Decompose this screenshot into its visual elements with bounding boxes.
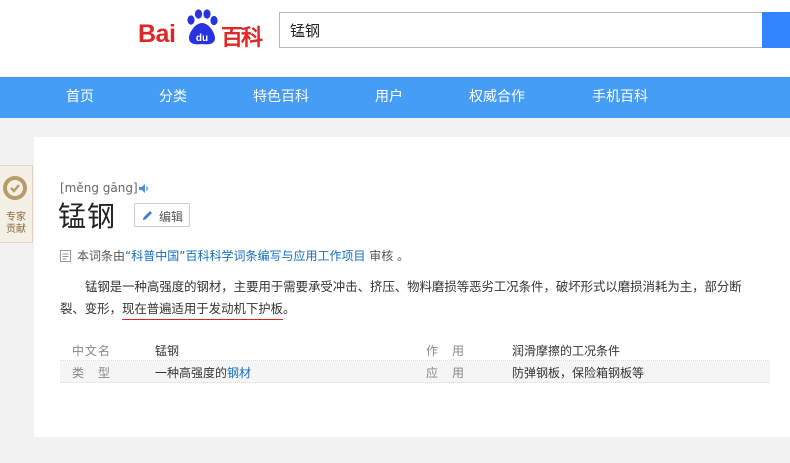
- review-notice: 本词条由“科普中国”百科科学词条编写与应用工作项目 审核 。: [60, 247, 409, 264]
- info-key: 类 型: [72, 366, 112, 380]
- summary-highlight: 现在普遍适用于发动机下护板: [121, 301, 284, 320]
- review-suffix: 审核 。: [365, 249, 410, 263]
- badge-line2: 贡献: [6, 224, 26, 235]
- summary-paragraph: 锰钢是一种高强度的钢材，主要用于需要承受冲击、挤压、物料磨损等恶劣工况条件，破坏…: [60, 276, 765, 320]
- badge-text: 专家 贡献: [2, 212, 30, 236]
- info-value-link[interactable]: 钢材: [227, 366, 251, 380]
- badge-line1: 专家: [6, 212, 26, 223]
- info-value-text: 一种高强度的: [155, 366, 228, 380]
- info-value: 锰钢: [155, 344, 180, 358]
- document-icon: [60, 250, 71, 262]
- logo-paw-text: du: [196, 33, 208, 44]
- info-key: 中文名: [72, 344, 112, 358]
- paw-icon: du: [187, 9, 218, 45]
- search-input[interactable]: [279, 12, 763, 48]
- nav-item-category[interactable]: 分类: [159, 77, 187, 118]
- info-row: 中文名 锰钢 作 用 润滑摩擦的工况条件: [60, 339, 770, 361]
- nav-item-users[interactable]: 用户: [375, 77, 403, 118]
- main-nav: 首页 分类 特色百科 用户 权威合作 手机百科: [0, 77, 790, 118]
- info-value: 一种高强度的钢材: [155, 364, 251, 381]
- speaker-icon[interactable]: [138, 183, 150, 194]
- pencil-icon: [143, 211, 152, 220]
- edit-button[interactable]: 编辑: [134, 203, 190, 227]
- logo-text-baike: 百科: [221, 26, 263, 51]
- review-prefix: 本词条由: [77, 249, 126, 263]
- info-value: 润滑摩擦的工况条件: [512, 344, 621, 358]
- edit-button-label: 编辑: [159, 210, 184, 224]
- baidu-baike-logo[interactable]: Bai du 百科: [138, 8, 264, 51]
- header: Bai du 百科: [0, 0, 790, 77]
- review-org-link[interactable]: “科普中国”百科科学词条编写与应用工作项目: [125, 249, 365, 263]
- info-row: 类 型 一种高强度的钢材 应 用 防弹钢板，保险箱钢板等: [60, 361, 770, 383]
- info-value: 防弹钢板，保险箱钢板等: [512, 366, 645, 380]
- page: Bai du 百科 首页 分类 特色百科 用户 权威合作 手机百科: [0, 0, 790, 463]
- search-button[interactable]: [762, 12, 790, 48]
- expert-medal-icon: [3, 176, 27, 200]
- summary-end: 。: [283, 301, 296, 316]
- nav-item-home[interactable]: 首页: [66, 77, 94, 118]
- logo-text-bai: Bai: [138, 20, 176, 48]
- info-key: 应 用: [426, 366, 466, 380]
- info-key: 作 用: [426, 344, 466, 358]
- expert-contribution-badge[interactable]: 专家 贡献: [0, 165, 33, 243]
- nav-item-mobile[interactable]: 手机百科: [592, 77, 648, 118]
- nav-item-partners[interactable]: 权威合作: [469, 77, 525, 118]
- nav-item-featured[interactable]: 特色百科: [253, 77, 309, 118]
- pinyin: [měng gāng]: [60, 181, 138, 195]
- basic-info-table: 中文名 锰钢 作 用 润滑摩擦的工况条件 类 型 一种高强度的钢材 应 用 防弹…: [60, 339, 770, 383]
- page-title: 锰钢: [58, 200, 117, 233]
